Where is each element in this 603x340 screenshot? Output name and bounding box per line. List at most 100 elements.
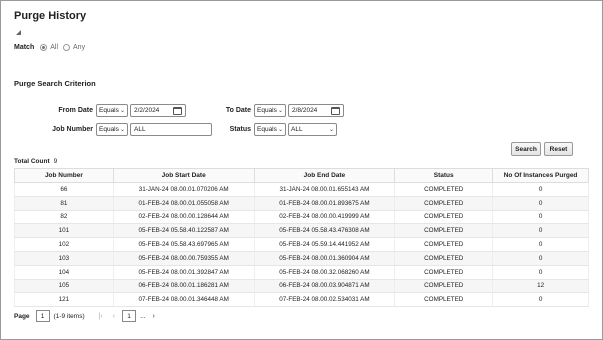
cell-job-number: 101 xyxy=(14,223,114,239)
to-date-input[interactable]: 2/8/2024 xyxy=(288,104,344,117)
column-header-status[interactable]: Status xyxy=(394,168,494,183)
table-row[interactable]: 101 05-FEB-24 05.58.40.122587 AM 05-FEB-24… xyxy=(14,223,589,239)
cell-status: COMPLETED xyxy=(394,251,494,266)
next-page-icon[interactable]: › xyxy=(153,313,155,320)
match-any-radio[interactable] xyxy=(63,44,71,51)
chevron-down-icon: ⌄ xyxy=(119,127,125,133)
table-row[interactable]: 81 01-FEB-24 08.00.01.055058 AM 01-FEB-24 … xyxy=(14,196,589,211)
cell-job-start-date: 05-FEB-24 05.58.40.122587 AM xyxy=(112,223,255,239)
first-page-icon[interactable]: |‹ xyxy=(99,313,103,320)
cell-instances-purged: 0 xyxy=(492,265,589,280)
match-all-radio[interactable] xyxy=(40,44,48,51)
column-header-instances-purged[interactable]: No Of Instances Purged xyxy=(492,168,589,183)
to-date-operator-select[interactable]: Equals ⌄ xyxy=(254,104,286,117)
search-section-title: Purge Search Criterion xyxy=(14,79,96,88)
cell-status: COMPLETED xyxy=(394,265,494,280)
cell-instances-purged: 12 xyxy=(492,279,589,294)
column-header-job-end-date[interactable]: Job End Date xyxy=(253,168,396,183)
cell-instances-purged: 0 xyxy=(492,196,589,211)
table-header-row: Job Number Job Start Date Job End Date S… xyxy=(14,168,589,183)
table-row[interactable]: 104 05-FEB-24 08.00.01.392847 AM 05-FEB-24… xyxy=(14,265,589,280)
to-date-operator-value: Equals xyxy=(257,107,277,114)
items-range-text: (1-9 items) xyxy=(53,312,85,320)
cell-status: COMPLETED xyxy=(394,210,494,225)
page-number-input[interactable]: 1 xyxy=(35,310,50,322)
total-count-value: 9 xyxy=(53,158,58,165)
search-button[interactable]: Search xyxy=(511,142,541,156)
cell-job-end-date: 05-FEB-24 05.58.43.476308 AM xyxy=(253,223,396,239)
table-body: 66 31-JAN-24 08.00.01.070206 AM 31-JAN-24 … xyxy=(14,182,589,308)
cell-job-number: 81 xyxy=(14,196,114,211)
job-number-input[interactable]: ALL xyxy=(130,123,212,136)
cell-job-start-date: 05-FEB-24 08.00.00.759355 AM xyxy=(112,251,255,266)
reset-button[interactable]: Reset xyxy=(544,142,573,156)
total-count: Total Count 9 xyxy=(14,158,57,165)
cell-job-start-date: 05-FEB-24 05.58.43.697965 AM xyxy=(112,237,255,252)
to-date-label: To Date xyxy=(225,107,251,114)
cell-status: COMPLETED xyxy=(394,279,494,294)
job-number-operator-value: Equals xyxy=(99,126,119,133)
table-row[interactable]: 121 07-FEB-24 08.00.01.346448 AM 07-FEB-24… xyxy=(14,292,589,308)
match-selector: Match All Any xyxy=(14,44,87,51)
cell-job-start-date: 01-FEB-24 08.00.01.055058 AM xyxy=(112,196,255,211)
cell-job-start-date: 31-JAN-24 08.00.01.070206 AM xyxy=(112,182,255,197)
job-number-label: Job Number xyxy=(52,126,93,133)
status-value-select[interactable]: ALL ⌄ xyxy=(288,123,337,136)
page-label: Page xyxy=(14,312,30,320)
to-date-value: 2/8/2024 xyxy=(292,107,318,114)
cell-job-end-date: 01-FEB-24 08.00.01.893675 AM xyxy=(253,196,396,211)
total-count-label: Total Count xyxy=(14,158,50,165)
from-date-label: From Date xyxy=(58,107,93,114)
cell-instances-purged: 0 xyxy=(492,182,589,197)
cell-instances-purged: 0 xyxy=(492,251,589,266)
from-date-value: 2/2/2024 xyxy=(134,107,160,114)
from-date-operator-select[interactable]: Equals ⌄ xyxy=(96,104,128,117)
previous-page-icon[interactable]: ‹ xyxy=(113,313,115,320)
status-operator-select[interactable]: Equals ⌄ xyxy=(254,123,286,136)
cell-job-start-date: 07-FEB-24 08.00.01.346448 AM xyxy=(112,292,255,308)
cell-job-number: 105 xyxy=(14,279,114,294)
cell-job-end-date: 07-FEB-24 08.00.02.534031 AM xyxy=(253,292,396,308)
cell-job-number: 102 xyxy=(14,237,114,252)
cell-status: COMPLETED xyxy=(394,196,494,211)
table-row[interactable]: 105 06-FEB-24 08.00.01.186281 AM 06-FEB-24… xyxy=(14,279,589,294)
chevron-down-icon: ⌄ xyxy=(119,108,125,114)
cell-job-number: 104 xyxy=(14,265,114,280)
column-header-job-number[interactable]: Job Number xyxy=(14,168,114,183)
cell-instances-purged: 0 xyxy=(492,210,589,225)
column-header-job-start-date[interactable]: Job Start Date xyxy=(112,168,255,183)
cell-status: COMPLETED xyxy=(394,223,494,239)
table-row[interactable]: 102 05-FEB-24 05.58.43.697965 AM 05-FEB-24… xyxy=(14,237,589,252)
pagination-bar: Page 1 (1-9 items) |‹ ‹ 1 ... › xyxy=(14,308,589,324)
table-row[interactable]: 103 05-FEB-24 08.00.00.759355 AM 05-FEB-24… xyxy=(14,251,589,266)
cell-job-start-date: 06-FEB-24 08.00.01.186281 AM xyxy=(112,279,255,294)
match-label: Match xyxy=(14,44,35,51)
cell-instances-purged: 0 xyxy=(492,292,589,308)
page-button-1[interactable]: 1 xyxy=(122,310,137,322)
cell-job-number: 66 xyxy=(14,182,114,197)
cell-status: COMPLETED xyxy=(394,182,494,197)
from-date-input[interactable]: 2/2/2024 xyxy=(130,104,186,117)
table-row[interactable]: 82 02-FEB-24 08.00.00.128644 AM 02-FEB-24 … xyxy=(14,210,589,225)
cell-job-end-date: 06-FEB-24 08.00.03.904871 AM xyxy=(253,279,396,294)
cell-job-start-date: 02-FEB-24 08.00.00.128644 AM xyxy=(112,210,255,225)
calendar-icon[interactable] xyxy=(331,106,340,115)
page-title: Purge History xyxy=(14,10,87,22)
chevron-down-icon: ⌄ xyxy=(328,127,334,133)
status-value: ALL xyxy=(291,126,303,133)
table-row[interactable]: 66 31-JAN-24 08.00.01.070206 AM 31-JAN-24 … xyxy=(14,182,589,197)
collapse-triangle-icon[interactable] xyxy=(16,30,21,35)
status-operator-value: Equals xyxy=(257,126,277,133)
cell-job-end-date: 31-JAN-24 08.00.01.655143 AM xyxy=(253,182,396,197)
cell-instances-purged: 0 xyxy=(492,223,589,239)
job-number-operator-select[interactable]: Equals ⌄ xyxy=(96,123,128,136)
purge-history-table: Job Number Job Start Date Job End Date S… xyxy=(14,168,589,308)
cell-job-number: 103 xyxy=(14,251,114,266)
cell-status: COMPLETED xyxy=(394,237,494,252)
chevron-down-icon: ⌄ xyxy=(277,127,283,133)
from-date-operator-value: Equals xyxy=(99,107,119,114)
calendar-icon[interactable] xyxy=(173,106,182,115)
status-label: Status xyxy=(229,126,251,133)
cell-job-start-date: 05-FEB-24 08.00.01.392847 AM xyxy=(112,265,255,280)
cell-status: COMPLETED xyxy=(394,292,494,308)
